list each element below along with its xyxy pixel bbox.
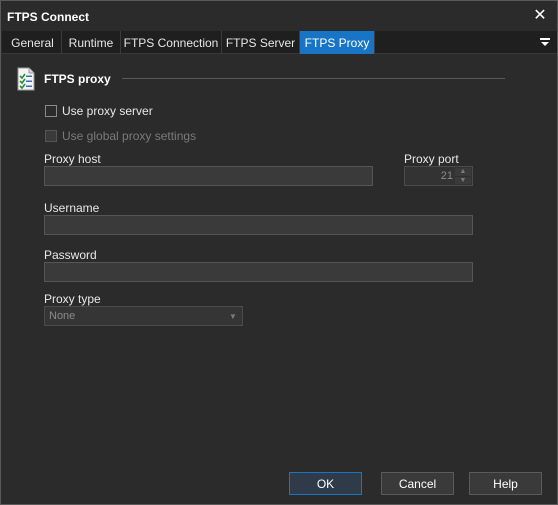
use-proxy-checkbox[interactable] — [45, 105, 57, 117]
menu-icon — [540, 38, 550, 46]
username-label: Username — [44, 201, 100, 215]
title-bar: FTPS Connect ✕ — [1, 1, 557, 31]
help-button[interactable]: Help — [469, 472, 542, 495]
proxy-port-label: Proxy port — [404, 152, 459, 166]
dialog-window: FTPS Connect ✕ General Runtime FTPS Conn… — [0, 0, 558, 505]
stepper-up-button[interactable]: ▲ — [455, 168, 471, 177]
close-icon: ✕ — [533, 7, 547, 24]
tab-label: FTPS Proxy — [304, 35, 370, 50]
password-input[interactable] — [44, 262, 473, 282]
use-proxy-label[interactable]: Use proxy server — [62, 104, 153, 118]
username-input[interactable] — [44, 215, 473, 235]
proxy-type-label: Proxy type — [44, 292, 101, 306]
password-label: Password — [44, 248, 97, 262]
chevron-down-icon: ▼ — [459, 176, 467, 184]
ok-button-label: OK — [316, 476, 335, 491]
tab-runtime[interactable]: Runtime — [62, 31, 121, 54]
section-divider — [122, 78, 505, 79]
tab-label: FTPS Connection — [123, 35, 219, 50]
proxy-host-input[interactable] — [44, 166, 373, 186]
use-global-proxy-checkbox-row: Use global proxy settings — [45, 129, 196, 143]
chevron-down-icon: ▼ — [229, 311, 237, 321]
tab-bar: General Runtime FTPS Connection FTPS Ser… — [2, 31, 557, 54]
chevron-up-icon: ▲ — [459, 168, 467, 176]
tab-label: General — [11, 35, 54, 50]
cancel-button-label: Cancel — [398, 476, 437, 491]
proxy-type-select[interactable]: None ▼ — [44, 306, 243, 326]
tab-ftps-proxy[interactable]: FTPS Proxy — [300, 31, 375, 54]
stepper-down-button[interactable]: ▼ — [455, 176, 471, 184]
tab-label: FTPS Server — [225, 35, 296, 50]
close-button[interactable]: ✕ — [529, 5, 551, 25]
use-proxy-checkbox-row[interactable]: Use proxy server — [45, 104, 153, 118]
section-title: FTPS proxy — [44, 72, 111, 86]
window-title: FTPS Connect — [7, 10, 90, 24]
use-global-proxy-checkbox — [45, 130, 57, 142]
proxy-host-label: Proxy host — [44, 152, 101, 166]
tab-ftps-server[interactable]: FTPS Server — [222, 31, 300, 54]
tab-label: Runtime — [68, 35, 114, 50]
tab-general[interactable]: General — [4, 31, 62, 54]
tab-overflow-menu-button[interactable] — [537, 34, 553, 50]
proxy-port-stepper[interactable]: 21 ▲ ▼ — [404, 166, 473, 186]
checklist-icon — [16, 67, 36, 91]
use-global-proxy-label: Use global proxy settings — [62, 129, 197, 143]
proxy-port-value: 21 — [440, 170, 453, 182]
cancel-button[interactable]: Cancel — [381, 472, 454, 495]
help-button-label: Help — [493, 476, 518, 491]
stepper-buttons: ▲ ▼ — [455, 168, 471, 184]
ok-button[interactable]: OK — [289, 472, 362, 495]
proxy-type-value: None — [49, 310, 76, 322]
tab-ftps-connection[interactable]: FTPS Connection — [121, 31, 222, 54]
